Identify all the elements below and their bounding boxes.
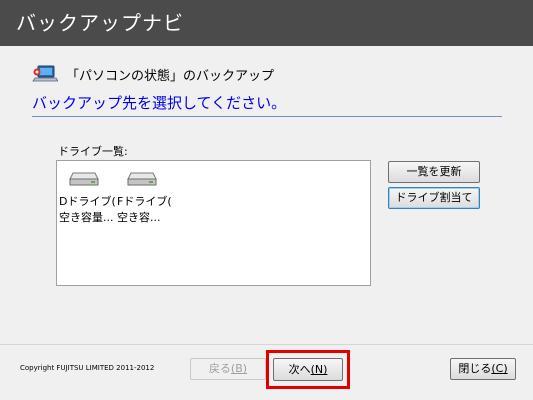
section-heading: 「パソコンの状態」のバックアップ bbox=[32, 63, 274, 85]
drive-item-d[interactable]: Dドライブ( 空き容量... bbox=[59, 169, 119, 226]
next-button[interactable]: 次へ(N) bbox=[273, 358, 343, 381]
drive-list[interactable]: Dドライブ( 空き容量... Fドライブ( 空き容... bbox=[56, 160, 371, 286]
drive-item-f[interactable]: Fドライブ( 空き容... bbox=[117, 169, 177, 226]
hard-drive-icon bbox=[69, 169, 119, 192]
close-button-label: 閉じる bbox=[458, 362, 492, 375]
window-title: バックアップナビ bbox=[16, 11, 184, 35]
back-button[interactable]: 戻る(B) bbox=[190, 358, 266, 380]
assign-drive-button[interactable]: ドライブ割当て bbox=[388, 187, 480, 209]
instruction-text: バックアップ先を選択してください。 bbox=[32, 92, 502, 117]
footer-divider bbox=[0, 344, 533, 345]
copyright-text: Copyright FUJITSU LIMITED 2011-2012 bbox=[20, 364, 155, 372]
section-heading-text: 「パソコンの状態」のバックアップ bbox=[66, 68, 275, 84]
window-title-bar: バックアップナビ bbox=[0, 0, 533, 46]
close-button-key: (C) bbox=[491, 362, 508, 375]
drive-free-space: 空き容量... bbox=[59, 211, 114, 224]
drive-name: Fドライブ( bbox=[117, 195, 172, 208]
next-button-key: (N) bbox=[310, 363, 328, 376]
close-button[interactable]: 閉じる(C) bbox=[450, 358, 516, 380]
drive-free-space: 空き容... bbox=[117, 211, 161, 224]
drive-name: Dドライブ( bbox=[59, 195, 116, 208]
next-button-label: 次へ bbox=[288, 363, 311, 376]
back-button-label: 戻る bbox=[208, 362, 231, 375]
back-button-key: (B) bbox=[230, 362, 248, 375]
refresh-list-button[interactable]: 一覧を更新 bbox=[388, 161, 480, 183]
drive-list-label: ドライブ一覧: bbox=[58, 145, 128, 158]
laptop-backup-icon bbox=[32, 64, 59, 84]
hard-drive-icon bbox=[127, 169, 177, 192]
